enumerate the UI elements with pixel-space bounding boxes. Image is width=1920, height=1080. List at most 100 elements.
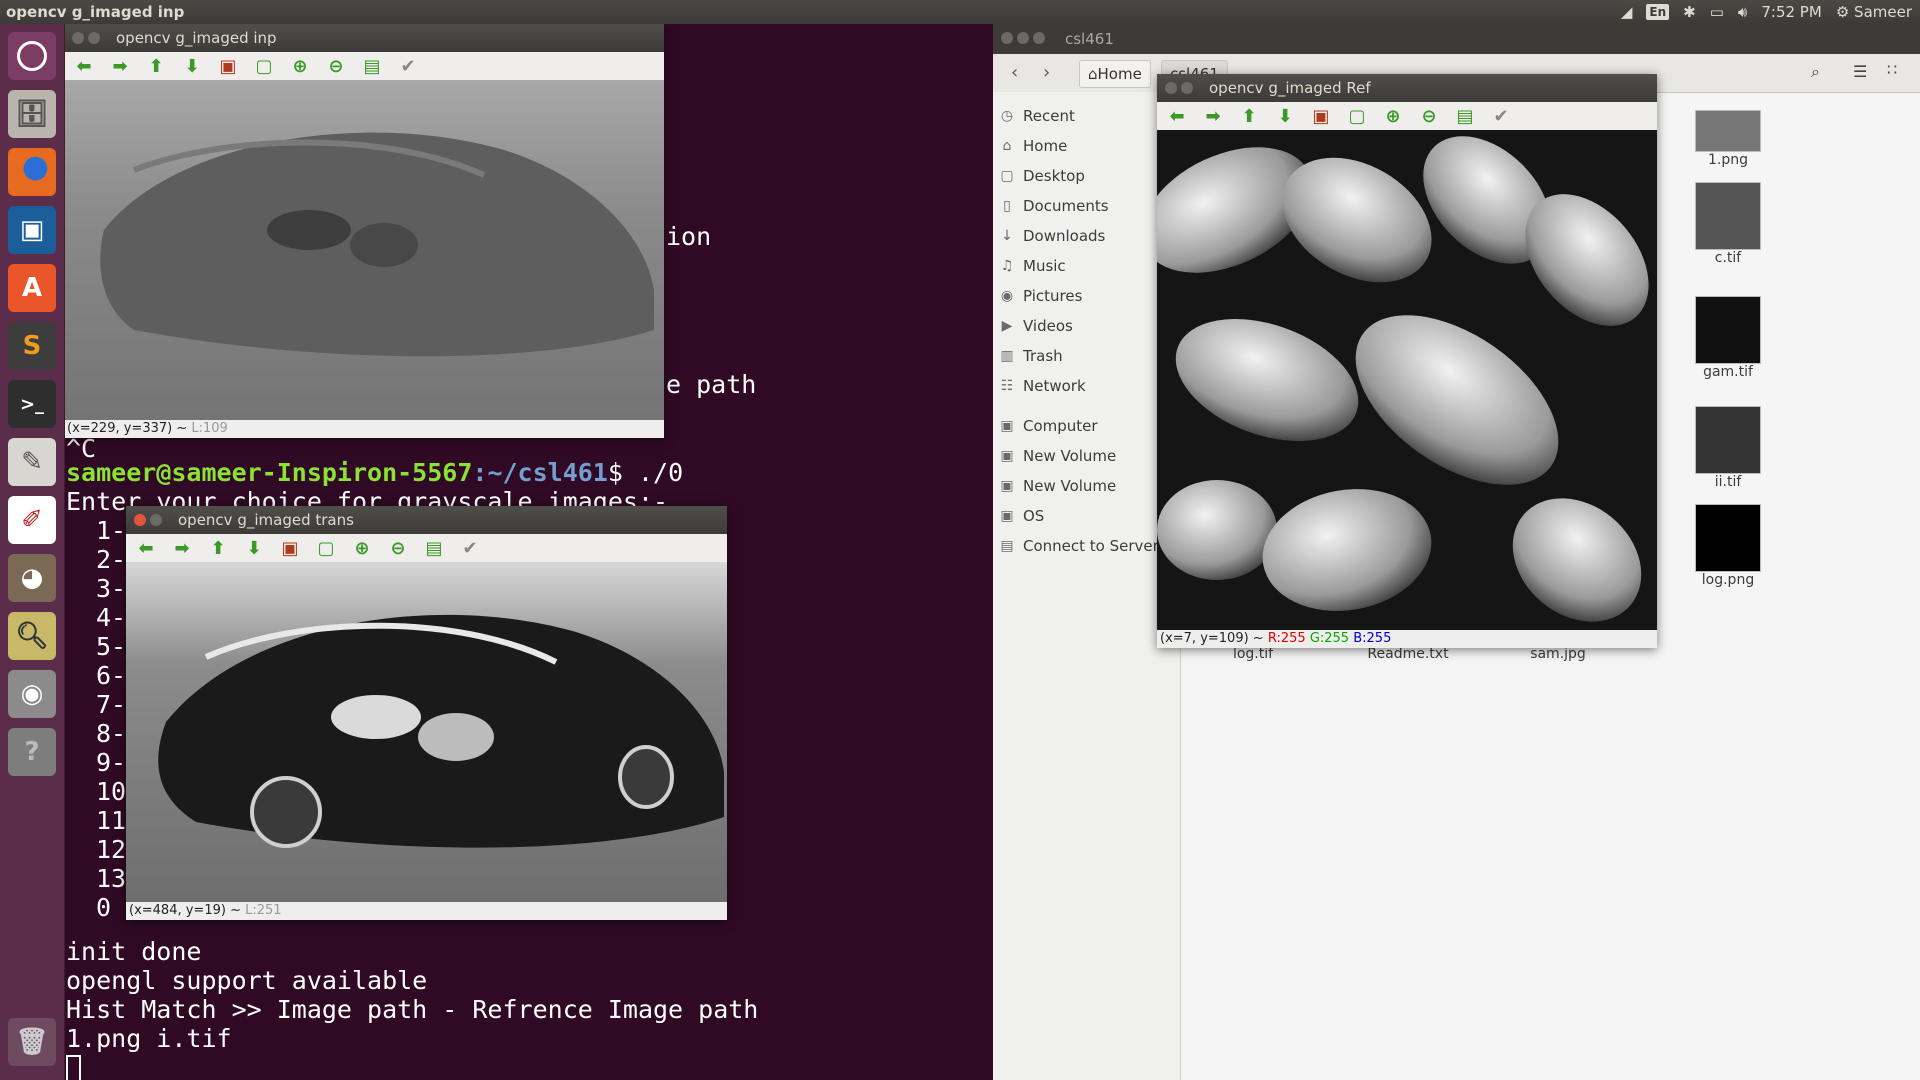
properties-icon[interactable]: ✔ [396,55,420,77]
file-item[interactable]: Readme.txt [1348,646,1468,662]
close-button[interactable] [1165,82,1177,94]
opencv-status-bar: (x=229, y=337) ~ L:109 [64,420,664,438]
battery-icon[interactable]: ▭ [1710,0,1724,24]
file-item[interactable]: gam.tif [1683,296,1773,380]
clock[interactable]: 7:52 PM [1761,0,1821,24]
file-item[interactable]: ii.tif [1683,406,1773,490]
sidebar-item-downloads[interactable]: ↓ Downloads [999,222,1105,250]
zoom-fit-icon[interactable]: ▢ [1345,105,1369,127]
pan-up-icon[interactable]: ⬆ [144,55,168,77]
zoom-out-icon[interactable]: ⊖ [1417,105,1441,127]
wifi-icon[interactable]: ◢ [1621,0,1633,24]
pan-right-icon[interactable]: ➡ [1201,105,1225,127]
forward-button[interactable]: › [1043,62,1050,83]
gimp-icon[interactable]: ◕ [8,554,56,602]
zoom-out-icon[interactable]: ⊖ [324,55,348,77]
image-viewer-icon[interactable]: 🔍︎ [8,612,56,660]
help-icon[interactable]: ? [8,728,56,776]
prompt-user: sameer@sameer-Inspiron-5567 [66,458,473,487]
opencv-ref-titlebar[interactable]: opencv g_imaged Ref [1157,74,1657,102]
close-button[interactable] [72,32,84,44]
sublime-text-icon[interactable]: S [8,322,56,370]
pan-down-icon[interactable]: ⬇ [242,537,266,559]
image-canvas[interactable] [1157,130,1657,630]
zoom-original-icon[interactable]: ▣ [278,537,302,559]
zoom-original-icon[interactable]: ▣ [1309,105,1333,127]
sidebar-item-new-volume[interactable]: ▣ New Volume [999,442,1116,470]
sidebar-item-connect-to-server[interactable]: ▤ Connect to Server [999,532,1158,560]
list-view-icon[interactable]: ☰ [1853,62,1867,81]
document-viewer-icon[interactable]: ✐ [8,496,56,544]
save-icon[interactable]: ▤ [1453,105,1477,127]
sidebar-item-desktop[interactable]: ▢ Desktop [999,162,1085,190]
search-icon[interactable]: ⌕ [1811,62,1820,82]
maximize-button[interactable] [1033,32,1045,44]
pan-right-icon[interactable]: ➡ [170,537,194,559]
breadcrumb-home[interactable]: ⌂Home [1079,60,1151,88]
pan-right-icon[interactable]: ➡ [108,55,132,77]
ubuntu-dash-icon[interactable] [8,32,56,80]
text-editor-icon[interactable]: ✎ [8,438,56,486]
sidebar-item-new-volume[interactable]: ▣ New Volume [999,472,1116,500]
drive-icon: ▣ [1000,418,1014,434]
sidebar-item-pictures[interactable]: ◉ Pictures [999,282,1083,310]
pan-down-icon[interactable]: ⬇ [1273,105,1297,127]
back-button[interactable]: ‹ [1011,62,1018,83]
minimize-button[interactable] [1017,32,1029,44]
sidebar-item-music[interactable]: ♫ Music [999,252,1066,280]
save-icon[interactable]: ▤ [422,537,446,559]
software-center-icon[interactable]: A [8,264,56,312]
user-menu[interactable]: ⚙ Sameer [1836,0,1912,24]
zoom-fit-icon[interactable]: ▢ [314,537,338,559]
sidebar-item-computer[interactable]: ▣ Computer [999,412,1097,440]
sidebar-item-network[interactable]: ☷ Network [999,372,1086,400]
sidebar-item-documents[interactable]: ▯ Documents [999,192,1108,220]
minimize-button[interactable] [150,514,162,526]
sidebar-item-os[interactable]: ▣ OS [999,502,1044,530]
pan-up-icon[interactable]: ⬆ [206,537,230,559]
sidebar-item-recent[interactable]: ◷ Recent [999,102,1075,130]
zoom-in-icon[interactable]: ⊕ [350,537,374,559]
remote-desktop-icon[interactable]: ▣ [8,206,56,254]
zoom-in-icon[interactable]: ⊕ [1381,105,1405,127]
terminal-icon[interactable]: >_ [8,380,56,428]
pan-left-icon[interactable]: ⬅ [1165,105,1189,127]
opencv-trans-titlebar[interactable]: opencv g_imaged trans [126,506,727,534]
camera-app-icon[interactable]: ◉ [8,670,56,718]
firefox-icon[interactable] [8,148,56,196]
keyboard-layout-indicator[interactable]: En [1646,4,1670,20]
file-manager-titlebar[interactable]: csl461 [993,24,1920,54]
pan-down-icon[interactable]: ⬇ [180,55,204,77]
file-item[interactable]: 1.png [1683,110,1773,168]
save-icon[interactable]: ▤ [360,55,384,77]
minimize-button[interactable] [1181,82,1193,94]
properties-icon[interactable]: ✔ [1489,105,1513,127]
opencv-inp-titlebar[interactable]: opencv g_imaged inp [64,24,664,52]
pan-up-icon[interactable]: ⬆ [1237,105,1261,127]
zoom-in-icon[interactable]: ⊕ [288,55,312,77]
sidebar-item-videos[interactable]: ▶ Videos [999,312,1073,340]
pan-left-icon[interactable]: ⬅ [134,537,158,559]
trash-icon[interactable]: 🗑︎ [8,1018,56,1066]
files-icon[interactable]: 🗄︎ [8,90,56,138]
volume-icon[interactable]: 🔊︎ [1738,0,1747,24]
file-item[interactable]: sam.jpg [1498,646,1618,662]
zoom-fit-icon[interactable]: ▢ [252,55,276,77]
file-item[interactable]: log.png [1683,504,1773,588]
bluetooth-icon[interactable]: ✱ [1683,0,1696,24]
sidebar-item-label: Recent [1023,107,1075,125]
properties-icon[interactable]: ✔ [458,537,482,559]
zoom-out-icon[interactable]: ⊖ [386,537,410,559]
image-canvas[interactable] [126,562,727,902]
close-button[interactable] [134,514,146,526]
grid-view-icon[interactable]: ∷ [1887,60,1897,79]
minimize-button[interactable] [88,32,100,44]
zoom-original-icon[interactable]: ▣ [216,55,240,77]
sidebar-item-home[interactable]: ⌂ Home [999,132,1068,160]
file-item[interactable]: log.tif [1193,646,1313,662]
file-item[interactable]: c.tif [1683,182,1773,266]
image-canvas[interactable] [64,80,664,420]
sidebar-item-trash[interactable]: ▥ Trash [999,342,1062,370]
pan-left-icon[interactable]: ⬅ [72,55,96,77]
close-button[interactable] [1001,32,1013,44]
